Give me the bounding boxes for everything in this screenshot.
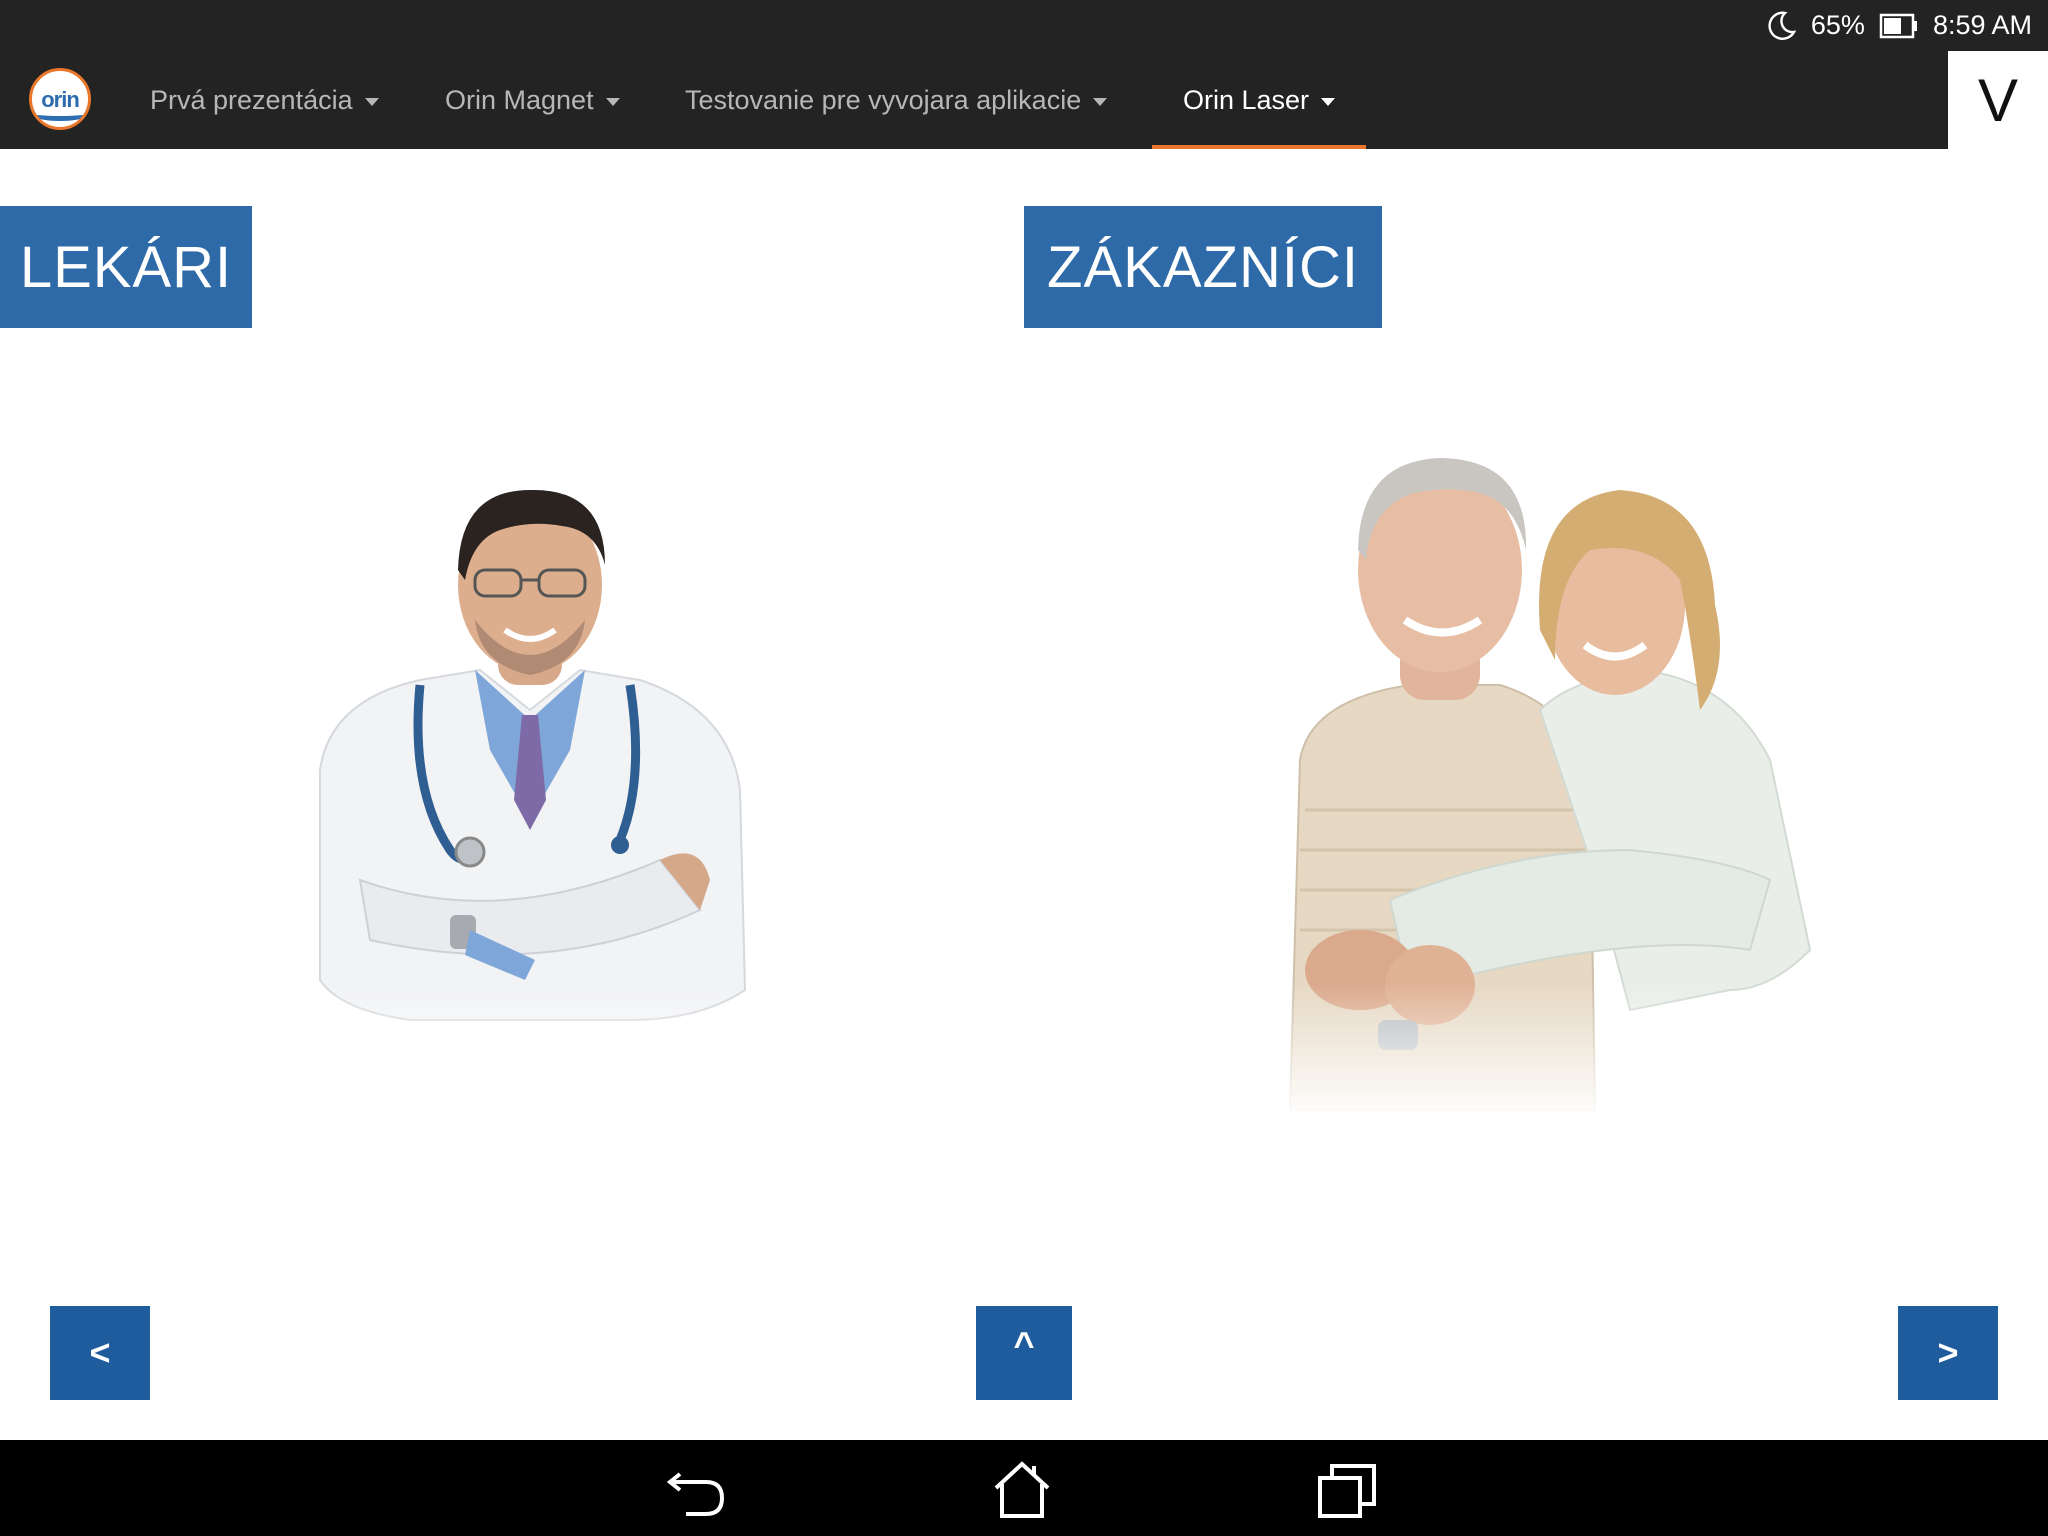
doctors-section-button[interactable]: LEKÁRI: [0, 206, 252, 328]
nav-item-label: Testovanie pre vyvojara aplikacie: [685, 84, 1082, 115]
nav-item-testovanie[interactable]: Testovanie pre vyvojara aplikacie: [685, 51, 1108, 149]
nav-item-orin-magnet[interactable]: Orin Magnet: [445, 51, 620, 149]
recents-icon[interactable]: [1316, 1460, 1380, 1520]
battery-percent: 65%: [1810, 10, 1865, 40]
system-navigation-bar: [0, 1440, 2048, 1536]
nav-item-label: Prvá prezentácia: [150, 84, 353, 115]
logo-wave: [32, 104, 88, 121]
doctor-photo[interactable]: [300, 460, 760, 1100]
status-bar: 65% 8:59 AM: [0, 0, 2048, 51]
nav-item-orin-laser[interactable]: Orin Laser: [1183, 51, 1336, 149]
customers-section-button[interactable]: ZÁKAZNÍCI: [1024, 206, 1382, 328]
next-button[interactable]: >: [1898, 1306, 1998, 1400]
nav-item-label: Orin Laser: [1183, 84, 1310, 115]
caret-down-icon: [605, 97, 620, 106]
orin-logo[interactable]: orin: [29, 68, 91, 130]
side-menu-toggle[interactable]: V: [1948, 51, 2048, 149]
battery-icon: [1879, 12, 1919, 40]
home-icon[interactable]: [990, 1460, 1054, 1520]
caret-down-icon: [1321, 97, 1336, 106]
top-navigation: orin Prvá prezentácia Orin Magnet Testov…: [0, 51, 2048, 149]
up-button[interactable]: ^: [976, 1306, 1072, 1400]
back-icon[interactable]: [666, 1460, 730, 1520]
clock: 8:59 AM: [1932, 10, 2032, 40]
nav-item-prva-prezentacia[interactable]: Prvá prezentácia: [150, 51, 379, 149]
caret-down-icon: [1093, 97, 1108, 106]
active-tab-indicator: [1152, 145, 1366, 149]
status-indicators: 65% 8:59 AM: [1765, 0, 2032, 51]
nav-item-label: Orin Magnet: [445, 84, 594, 115]
previous-button[interactable]: <: [50, 1306, 150, 1400]
customers-photo[interactable]: [1210, 430, 1840, 1120]
caret-down-icon: [364, 97, 379, 106]
moon-icon: [1765, 10, 1797, 42]
